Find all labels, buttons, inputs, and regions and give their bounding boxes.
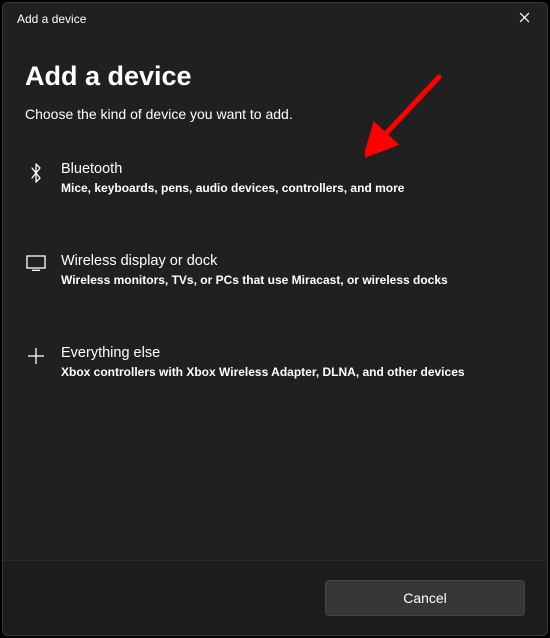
option-desc: Xbox controllers with Xbox Wireless Adap… [61,364,465,380]
display-icon [25,255,47,271]
option-everything-else[interactable]: Everything else Xbox controllers with Xb… [19,328,525,396]
option-wireless-display[interactable]: Wireless display or dock Wireless monito… [19,236,525,304]
option-desc: Mice, keyboards, pens, audio devices, co… [61,180,404,196]
option-title: Everything else [61,344,465,363]
close-icon [519,12,530,26]
option-title: Bluetooth [61,160,404,179]
titlebar-title: Add a device [17,12,86,26]
option-bluetooth[interactable]: Bluetooth Mice, keyboards, pens, audio d… [19,144,525,212]
dialog-footer: Cancel [3,560,547,635]
option-title: Wireless display or dock [61,252,448,271]
cancel-label: Cancel [403,590,447,606]
plus-icon [25,347,47,365]
close-button[interactable] [501,3,547,35]
page-subtitle: Choose the kind of device you want to ad… [25,106,525,122]
device-options-list: Bluetooth Mice, keyboards, pens, audio d… [19,144,525,396]
option-desc: Wireless monitors, TVs, or PCs that use … [61,272,448,288]
bluetooth-icon [25,163,47,183]
dialog-content: Add a device Choose the kind of device y… [3,35,547,560]
cancel-button[interactable]: Cancel [325,580,525,616]
add-device-dialog: Add a device Add a device Choose the kin… [2,2,548,636]
page-title: Add a device [25,61,525,92]
titlebar: Add a device [3,3,547,35]
